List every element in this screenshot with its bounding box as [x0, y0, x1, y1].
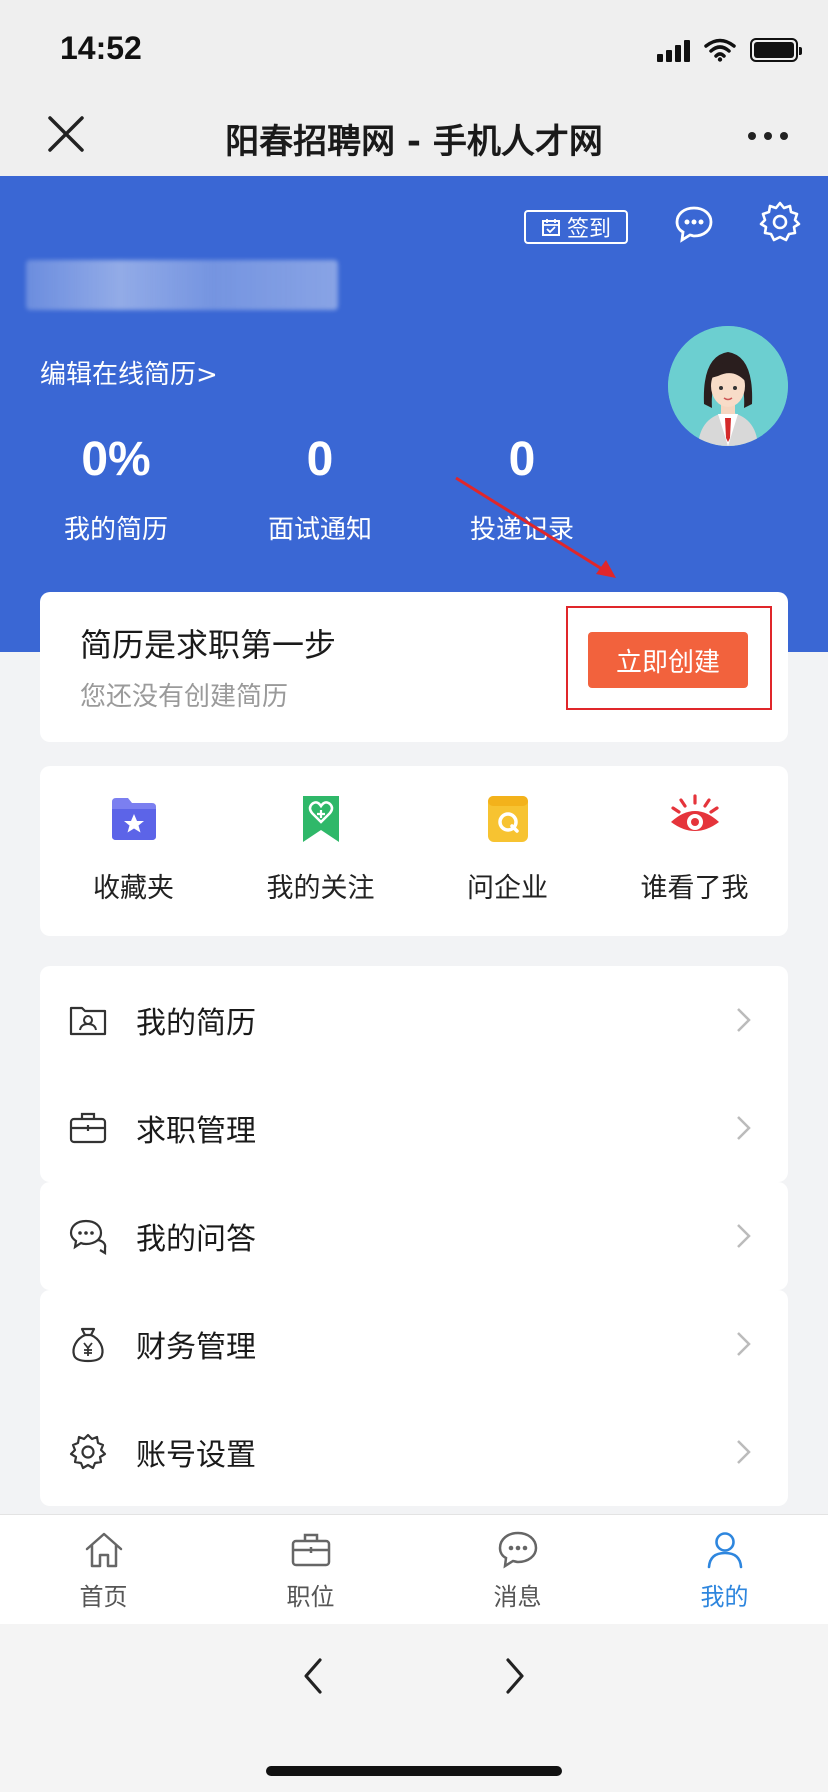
menu-item-account-settings[interactable]: 账号设置: [40, 1398, 788, 1506]
stat-label: 面试通知: [267, 515, 372, 545]
chevron-right-icon: [737, 1332, 751, 1356]
chat-bubbles-icon: [69, 1219, 107, 1255]
stat-value: 0: [306, 433, 334, 486]
chevron-right-icon: [737, 1440, 751, 1464]
menu-group-2: 我的问答: [40, 1182, 788, 1290]
tab-messages[interactable]: 消息: [414, 1515, 621, 1624]
profile-header: 签到 编辑在线简历> 0% 我的简历 0 面试通知 0 投递记录: [0, 176, 828, 652]
menu-group-1: 我的简历 求职管理: [40, 966, 788, 1182]
chevron-right-icon: [737, 1224, 751, 1248]
avatar[interactable]: [668, 326, 788, 446]
status-bar: 14:52: [0, 0, 828, 96]
stat-label: 我的简历: [63, 515, 168, 545]
menu-item-label: 我的简历: [136, 1006, 256, 1041]
menu-item-finance[interactable]: 财务管理: [40, 1290, 788, 1398]
tab-label: 消息: [493, 1583, 542, 1611]
forward-arrow-icon[interactable]: [500, 1654, 530, 1698]
status-icons: [657, 34, 802, 62]
settings-icon: [69, 1433, 107, 1470]
message-icon: [498, 1531, 537, 1569]
menu-item-job-management[interactable]: 求职管理: [40, 1074, 788, 1182]
chevron-right-icon: [737, 1008, 751, 1032]
quick-action-label: 问企业: [467, 873, 548, 904]
create-resume-button[interactable]: 立即创建: [588, 632, 748, 688]
more-icon[interactable]: [748, 132, 788, 140]
eye-icon: [670, 794, 719, 831]
question-folder-icon: [487, 796, 528, 842]
signin-button[interactable]: 签到: [524, 210, 628, 244]
menu-item-label: 账号设置: [136, 1438, 256, 1473]
quick-action-viewers[interactable]: 谁看了我: [601, 766, 788, 936]
resume-card-subtitle: 您还没有创建简历: [80, 682, 289, 712]
home-icon: [85, 1532, 122, 1568]
gear-icon[interactable]: [758, 200, 802, 244]
bookmark-heart-icon: [302, 796, 339, 842]
status-time: 14:52: [60, 30, 142, 66]
quick-action-favorites[interactable]: 收藏夹: [40, 766, 227, 936]
username-blurred: [26, 260, 338, 310]
signin-label: 签到: [566, 217, 611, 242]
briefcase-icon: [69, 1112, 107, 1144]
home-indicator[interactable]: [266, 1766, 562, 1776]
menu-group-3: 财务管理 账号设置: [40, 1290, 788, 1506]
wifi-icon: [704, 38, 736, 62]
annotation-arrow: [455, 476, 616, 578]
back-arrow-icon[interactable]: [298, 1654, 328, 1698]
briefcase-icon: [291, 1533, 330, 1567]
menu-item-my-qa[interactable]: 我的问答: [40, 1182, 788, 1290]
quick-action-follows[interactable]: 我的关注: [227, 766, 414, 936]
quick-action-label: 我的关注: [266, 873, 375, 904]
bottom-tab-bar: 首页 职位 消息 我的: [0, 1514, 828, 1624]
quick-action-ask-company[interactable]: 问企业: [414, 766, 601, 936]
menu-item-label: 我的问答: [136, 1222, 256, 1257]
menu-item-my-resume[interactable]: 我的简历: [40, 966, 788, 1074]
chevron-right-icon: [737, 1116, 751, 1140]
money-bag-icon: [72, 1327, 104, 1363]
stat-value: 0%: [81, 433, 151, 486]
resume-icon: [69, 1006, 107, 1036]
quick-action-label: 谁看了我: [640, 873, 749, 904]
tab-jobs[interactable]: 职位: [207, 1515, 414, 1624]
tab-mine[interactable]: 我的: [621, 1515, 828, 1624]
quick-actions: 收藏夹 我的关注 问企业 谁看了我: [40, 766, 788, 936]
user-icon: [707, 1532, 742, 1569]
tab-label: 首页: [79, 1583, 128, 1611]
page-title: 阳春招聘网 - 手机人才网: [225, 122, 603, 162]
stat-interviews[interactable]: 0 面试通知: [230, 432, 410, 546]
folder-star-icon: [111, 798, 156, 840]
tab-label: 职位: [286, 1583, 335, 1611]
edit-resume-link[interactable]: 编辑在线简历>: [40, 354, 218, 391]
quick-action-label: 收藏夹: [93, 873, 174, 904]
stat-resume[interactable]: 0% 我的简历: [26, 432, 206, 546]
resume-card-title: 简历是求职第一步: [80, 626, 337, 664]
chat-icon[interactable]: [674, 204, 714, 244]
calendar-icon: [541, 219, 560, 236]
browser-toolbar: [0, 1624, 828, 1792]
menu-item-label: 财务管理: [136, 1330, 256, 1365]
menu-item-label: 求职管理: [136, 1114, 256, 1149]
resume-card: 简历是求职第一步 您还没有创建简历 立即创建: [40, 592, 788, 742]
nav-bar: 阳春招聘网 - 手机人才网: [0, 96, 828, 176]
tab-home[interactable]: 首页: [0, 1515, 207, 1624]
tab-label: 我的: [700, 1583, 749, 1611]
battery-icon: [750, 38, 802, 62]
signal-icon: [657, 40, 690, 62]
